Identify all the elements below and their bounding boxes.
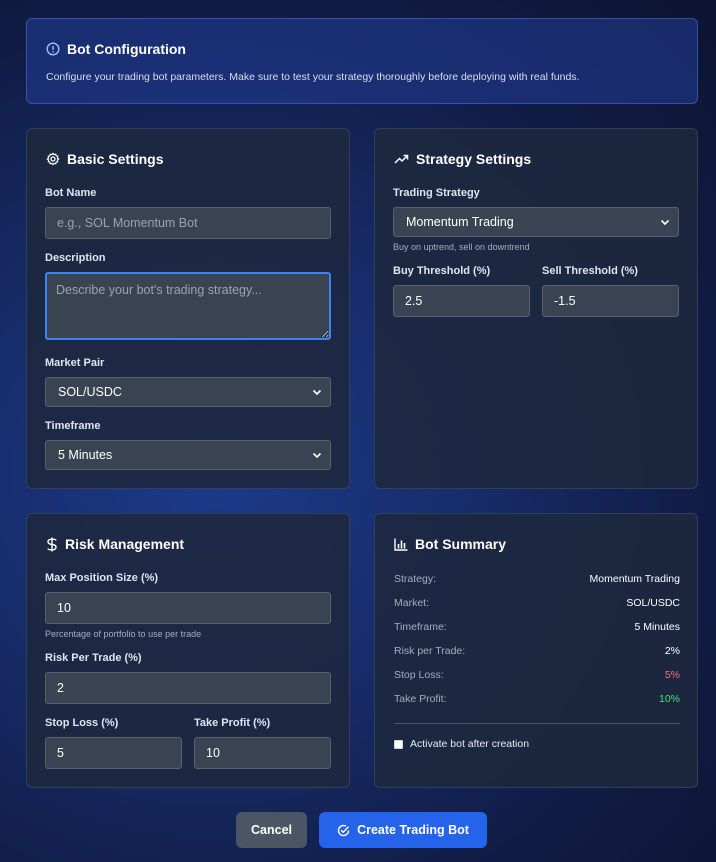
summary-row-stop-loss: Stop Loss: 5% — [394, 669, 680, 681]
buy-threshold-label: Buy Threshold (%) — [393, 265, 491, 277]
timeframe-value: 5 Minutes — [58, 448, 113, 462]
create-trading-bot-button[interactable]: Create Trading Bot — [319, 812, 487, 848]
max-position-label: Max Position Size (%) — [45, 572, 159, 584]
basic-settings-title: Basic Settings — [46, 151, 163, 167]
summary-value: 2% — [664, 645, 680, 657]
stop-loss-label: Stop Loss (%) — [45, 717, 119, 729]
create-button-label: Create Trading Bot — [357, 823, 469, 837]
summary-key: Market: — [394, 597, 430, 609]
buy-threshold-input[interactable] — [393, 285, 530, 317]
market-pair-label: Market Pair — [45, 357, 105, 369]
risk-per-trade-input[interactable] — [45, 672, 331, 704]
chevron-down-icon — [660, 217, 670, 227]
market-pair-value: SOL/USDC — [58, 385, 122, 399]
summary-value: Momentum Trading — [589, 573, 680, 585]
summary-value: 5% — [664, 669, 680, 681]
summary-key: Timeframe: — [394, 621, 447, 633]
info-banner: Bot Configuration Configure your trading… — [26, 18, 698, 104]
risk-management-title-text: Risk Management — [65, 536, 185, 552]
activate-bot-checkbox[interactable] — [394, 739, 403, 749]
summary-divider — [394, 723, 680, 724]
summary-key: Strategy: — [394, 573, 437, 585]
summary-row-take-profit: Take Profit: 10% — [394, 693, 680, 705]
bot-summary-panel: Bot Summary Strategy: Momentum Trading M… — [374, 513, 698, 788]
summary-row-risk: Risk per Trade: 2% — [394, 645, 680, 657]
trading-strategy-select[interactable]: Momentum Trading — [393, 207, 679, 237]
take-profit-input[interactable] — [194, 737, 331, 769]
summary-row-market: Market: SOL/USDC — [394, 597, 680, 609]
info-text: Configure your trading bot parameters. M… — [46, 71, 580, 83]
summary-row-strategy: Strategy: Momentum Trading — [394, 573, 680, 585]
chevron-down-icon — [312, 387, 322, 397]
sell-threshold-label: Sell Threshold (%) — [542, 265, 638, 277]
description-label: Description — [45, 252, 106, 264]
strategy-settings-title: Strategy Settings — [394, 151, 531, 167]
description-textarea[interactable] — [45, 272, 331, 340]
activate-bot-row[interactable]: Activate bot after creation — [394, 738, 529, 750]
bot-name-label: Bot Name — [45, 187, 97, 199]
bar-chart-icon — [394, 538, 408, 551]
summary-value: 5 Minutes — [634, 621, 680, 633]
sell-threshold-input[interactable] — [542, 285, 679, 317]
max-position-input[interactable] — [45, 592, 331, 624]
cancel-button-label: Cancel — [251, 823, 292, 837]
info-title-text: Bot Configuration — [67, 41, 186, 57]
chevron-down-icon — [312, 450, 322, 460]
basic-settings-title-text: Basic Settings — [67, 151, 164, 167]
bot-summary-title-text: Bot Summary — [415, 536, 507, 552]
summary-key: Risk per Trade: — [394, 645, 466, 657]
trading-strategy-label: Trading Strategy — [393, 187, 480, 199]
take-profit-label: Take Profit (%) — [194, 717, 271, 729]
strategy-settings-title-text: Strategy Settings — [416, 151, 532, 167]
bot-name-input[interactable] — [45, 207, 331, 239]
max-position-hint: Percentage of portfolio to use per trade — [45, 629, 202, 639]
summary-key: Take Profit: — [394, 693, 447, 705]
info-title: Bot Configuration — [46, 41, 186, 57]
trending-up-icon — [394, 153, 409, 165]
strategy-hint: Buy on uptrend, sell on downtrend — [393, 242, 530, 252]
summary-value: SOL/USDC — [626, 597, 680, 609]
strategy-settings-panel: Strategy Settings Trading Strategy Momen… — [374, 128, 698, 489]
stop-loss-input[interactable] — [45, 737, 182, 769]
timeframe-label: Timeframe — [45, 420, 101, 432]
basic-settings-panel: Basic Settings Bot Name Description Mark… — [26, 128, 350, 489]
trading-strategy-value: Momentum Trading — [406, 215, 514, 229]
summary-value: 10% — [658, 693, 680, 705]
dollar-icon — [46, 537, 58, 552]
info-icon — [46, 42, 60, 56]
summary-row-timeframe: Timeframe: 5 Minutes — [394, 621, 680, 633]
cancel-button[interactable]: Cancel — [236, 812, 307, 848]
check-circle-icon — [337, 824, 350, 837]
bot-summary-title: Bot Summary — [394, 536, 506, 552]
activate-bot-label: Activate bot after creation — [410, 738, 530, 750]
risk-management-title: Risk Management — [46, 536, 184, 552]
gear-icon — [46, 152, 60, 166]
timeframe-select[interactable]: 5 Minutes — [45, 440, 331, 470]
market-pair-select[interactable]: SOL/USDC — [45, 377, 331, 407]
summary-key: Stop Loss: — [394, 669, 444, 681]
risk-per-trade-label: Risk Per Trade (%) — [45, 652, 142, 664]
risk-management-panel: Risk Management Max Position Size (%) Pe… — [26, 513, 350, 788]
